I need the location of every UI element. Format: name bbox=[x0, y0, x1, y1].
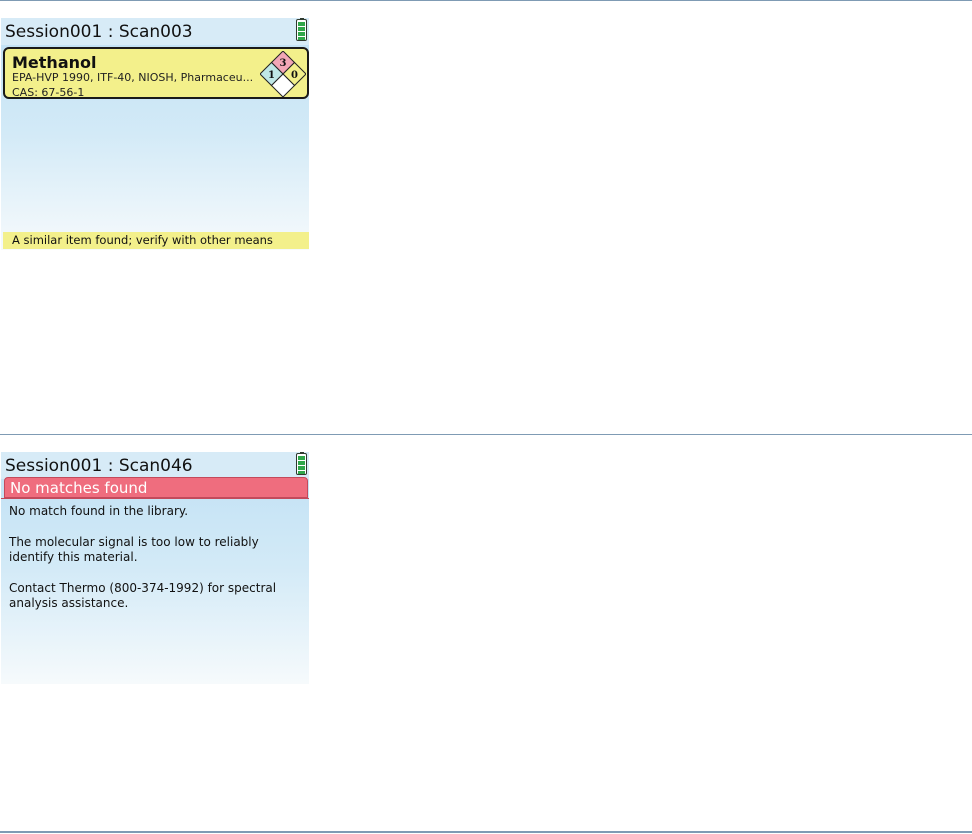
message-no-match: No match found in the library. bbox=[9, 504, 189, 518]
message-low-signal: The molecular signal is too low to relia… bbox=[9, 535, 259, 564]
notice-text: A similar item found; verify with other … bbox=[12, 233, 273, 247]
battery-icon bbox=[296, 452, 307, 475]
nfpa-health: 1 bbox=[268, 70, 275, 81]
nfpa-diamond-icon: 3 1 0 bbox=[260, 51, 306, 97]
header-underline bbox=[1, 498, 309, 499]
scan-title: Session001 : Scan046 bbox=[5, 456, 193, 476]
notice-bar: A similar item found; verify with other … bbox=[3, 232, 309, 249]
separator-bottom bbox=[0, 831, 972, 833]
chemical-sources: EPA-HVP 1990, ITF-40, NIOSH, Pharmaceu..… bbox=[12, 71, 254, 84]
separator-top bbox=[0, 0, 972, 1]
scan-title: Session001 : Scan003 bbox=[5, 22, 193, 42]
title-bar: Session001 : Scan003 bbox=[1, 18, 309, 45]
no-match-title: No matches found bbox=[10, 479, 148, 497]
battery-icon bbox=[296, 18, 307, 41]
nfpa-flammability: 3 bbox=[280, 58, 287, 69]
result-card[interactable]: Methanol EPA-HVP 1990, ITF-40, NIOSH, Ph… bbox=[3, 47, 309, 99]
device-screen-scan046: Session001 : Scan046 No matches found No… bbox=[1, 452, 309, 684]
no-match-header: No matches found bbox=[4, 477, 308, 498]
chemical-name: Methanol bbox=[12, 53, 97, 72]
title-bar: Session001 : Scan046 bbox=[1, 452, 309, 479]
cas-number: CAS: 67-56-1 bbox=[12, 86, 85, 99]
separator-middle bbox=[0, 434, 972, 435]
message-contact: Contact Thermo (800-374-1992) for spectr… bbox=[9, 581, 277, 610]
device-screen-scan003: Session001 : Scan003 Methanol EPA-HVP 19… bbox=[1, 18, 309, 250]
nfpa-instability: 0 bbox=[291, 70, 298, 81]
